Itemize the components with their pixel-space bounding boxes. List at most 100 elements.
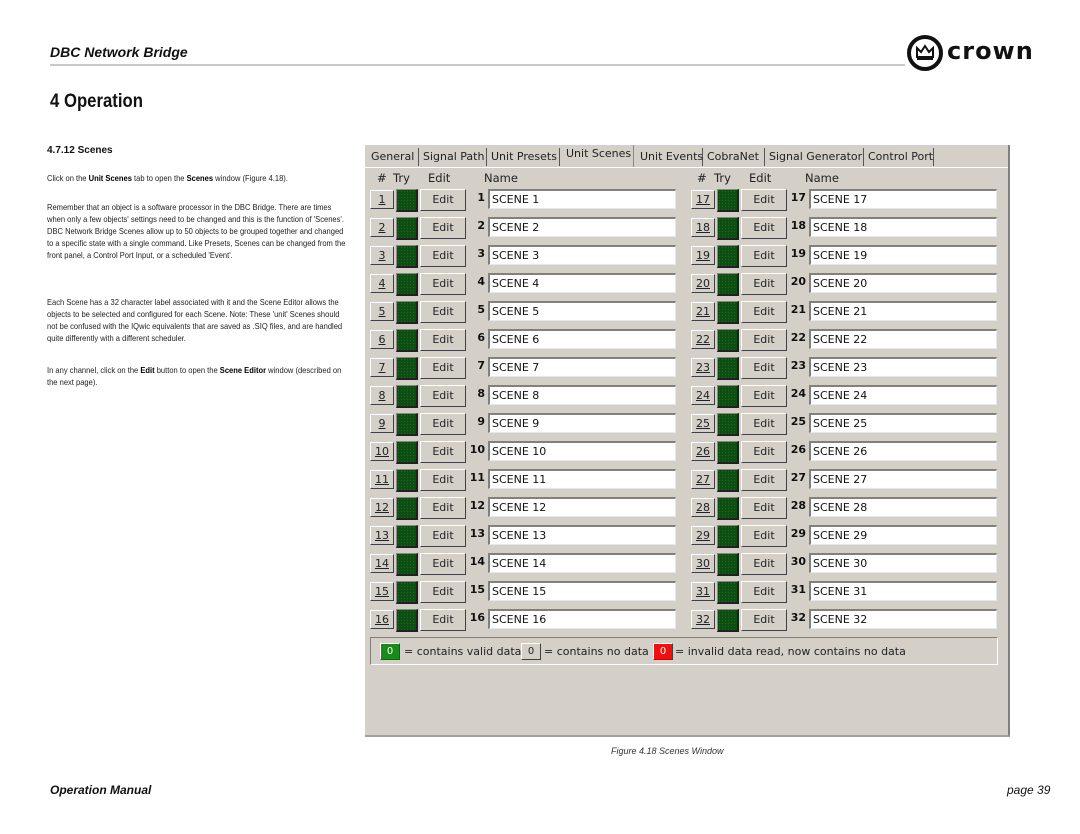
scene-name-input[interactable] bbox=[809, 497, 997, 517]
tab-signal-path[interactable]: Signal Path bbox=[419, 148, 487, 166]
scene-name-input[interactable] bbox=[809, 385, 997, 405]
scene-number-button[interactable]: 10 bbox=[370, 442, 394, 461]
try-scene-button[interactable] bbox=[717, 609, 739, 632]
try-scene-button[interactable] bbox=[717, 245, 739, 268]
edit-scene-button[interactable]: Edit bbox=[420, 441, 466, 463]
scene-name-input[interactable] bbox=[488, 329, 676, 349]
scene-number-button[interactable]: 8 bbox=[370, 386, 394, 405]
edit-scene-button[interactable]: Edit bbox=[420, 329, 466, 351]
scene-number-button[interactable]: 20 bbox=[691, 274, 715, 293]
scene-number-button[interactable]: 12 bbox=[370, 498, 394, 517]
edit-scene-button[interactable]: Edit bbox=[420, 357, 466, 379]
scene-name-input[interactable] bbox=[809, 357, 997, 377]
edit-scene-button[interactable]: Edit bbox=[420, 581, 466, 603]
scene-name-input[interactable] bbox=[809, 609, 997, 629]
try-scene-button[interactable] bbox=[396, 441, 418, 464]
scene-name-input[interactable] bbox=[488, 609, 676, 629]
scene-number-button[interactable]: 6 bbox=[370, 330, 394, 349]
edit-scene-button[interactable]: Edit bbox=[420, 553, 466, 575]
scene-number-button[interactable]: 23 bbox=[691, 358, 715, 377]
edit-scene-button[interactable]: Edit bbox=[741, 245, 787, 267]
scene-name-input[interactable] bbox=[488, 441, 676, 461]
scene-number-button[interactable]: 14 bbox=[370, 554, 394, 573]
scene-number-button[interactable]: 9 bbox=[370, 414, 394, 433]
try-scene-button[interactable] bbox=[396, 581, 418, 604]
try-scene-button[interactable] bbox=[396, 329, 418, 352]
try-scene-button[interactable] bbox=[717, 273, 739, 296]
scene-name-input[interactable] bbox=[488, 357, 676, 377]
scene-name-input[interactable] bbox=[488, 245, 676, 265]
scene-number-button[interactable]: 21 bbox=[691, 302, 715, 321]
scene-name-input[interactable] bbox=[809, 581, 997, 601]
scene-name-input[interactable] bbox=[809, 273, 997, 293]
scene-name-input[interactable] bbox=[809, 301, 997, 321]
edit-scene-button[interactable]: Edit bbox=[741, 469, 787, 491]
scene-name-input[interactable] bbox=[809, 245, 997, 265]
try-scene-button[interactable] bbox=[717, 497, 739, 520]
edit-scene-button[interactable]: Edit bbox=[741, 581, 787, 603]
scene-number-button[interactable]: 18 bbox=[691, 218, 715, 237]
scene-name-input[interactable] bbox=[488, 525, 676, 545]
try-scene-button[interactable] bbox=[396, 525, 418, 548]
scene-name-input[interactable] bbox=[488, 273, 676, 293]
scene-number-button[interactable]: 17 bbox=[691, 190, 715, 209]
try-scene-button[interactable] bbox=[717, 581, 739, 604]
scene-number-button[interactable]: 31 bbox=[691, 582, 715, 601]
scene-number-button[interactable]: 24 bbox=[691, 386, 715, 405]
try-scene-button[interactable] bbox=[717, 385, 739, 408]
try-scene-button[interactable] bbox=[396, 609, 418, 632]
edit-scene-button[interactable]: Edit bbox=[741, 329, 787, 351]
try-scene-button[interactable] bbox=[396, 357, 418, 380]
try-scene-button[interactable] bbox=[717, 469, 739, 492]
scene-name-input[interactable] bbox=[488, 581, 676, 601]
try-scene-button[interactable] bbox=[396, 245, 418, 268]
scene-number-button[interactable]: 5 bbox=[370, 302, 394, 321]
scene-number-button[interactable]: 32 bbox=[691, 610, 715, 629]
scene-number-button[interactable]: 25 bbox=[691, 414, 715, 433]
scene-name-input[interactable] bbox=[488, 413, 676, 433]
scene-name-input[interactable] bbox=[488, 385, 676, 405]
edit-scene-button[interactable]: Edit bbox=[420, 413, 466, 435]
edit-scene-button[interactable]: Edit bbox=[741, 609, 787, 631]
edit-scene-button[interactable]: Edit bbox=[741, 357, 787, 379]
try-scene-button[interactable] bbox=[396, 273, 418, 296]
scene-name-input[interactable] bbox=[488, 301, 676, 321]
try-scene-button[interactable] bbox=[396, 413, 418, 436]
try-scene-button[interactable] bbox=[717, 441, 739, 464]
try-scene-button[interactable] bbox=[717, 553, 739, 576]
scene-number-button[interactable]: 15 bbox=[370, 582, 394, 601]
scene-name-input[interactable] bbox=[809, 413, 997, 433]
edit-scene-button[interactable]: Edit bbox=[741, 553, 787, 575]
scene-name-input[interactable] bbox=[809, 553, 997, 573]
scene-number-button[interactable]: 1 bbox=[370, 190, 394, 209]
scene-number-button[interactable]: 3 bbox=[370, 246, 394, 265]
try-scene-button[interactable] bbox=[396, 469, 418, 492]
tab-control-port[interactable]: Control Port bbox=[864, 148, 934, 166]
scene-number-button[interactable]: 13 bbox=[370, 526, 394, 545]
edit-scene-button[interactable]: Edit bbox=[420, 385, 466, 407]
edit-scene-button[interactable]: Edit bbox=[420, 217, 466, 239]
edit-scene-button[interactable]: Edit bbox=[741, 273, 787, 295]
scene-name-input[interactable] bbox=[488, 469, 676, 489]
try-scene-button[interactable] bbox=[717, 413, 739, 436]
scene-name-input[interactable] bbox=[488, 217, 676, 237]
edit-scene-button[interactable]: Edit bbox=[741, 441, 787, 463]
tab-general[interactable]: General bbox=[367, 148, 419, 166]
tab-unit-events[interactable]: Unit Events bbox=[636, 148, 703, 166]
try-scene-button[interactable] bbox=[396, 385, 418, 408]
scene-name-input[interactable] bbox=[809, 217, 997, 237]
scene-name-input[interactable] bbox=[809, 469, 997, 489]
scene-name-input[interactable] bbox=[488, 189, 676, 209]
scene-name-input[interactable] bbox=[809, 329, 997, 349]
scene-name-input[interactable] bbox=[488, 497, 676, 517]
edit-scene-button[interactable]: Edit bbox=[741, 413, 787, 435]
scene-name-input[interactable] bbox=[809, 525, 997, 545]
edit-scene-button[interactable]: Edit bbox=[741, 217, 787, 239]
scene-number-button[interactable]: 28 bbox=[691, 498, 715, 517]
try-scene-button[interactable] bbox=[717, 301, 739, 324]
scene-number-button[interactable]: 22 bbox=[691, 330, 715, 349]
edit-scene-button[interactable]: Edit bbox=[741, 301, 787, 323]
try-scene-button[interactable] bbox=[717, 525, 739, 548]
try-scene-button[interactable] bbox=[396, 301, 418, 324]
scene-name-input[interactable] bbox=[809, 441, 997, 461]
